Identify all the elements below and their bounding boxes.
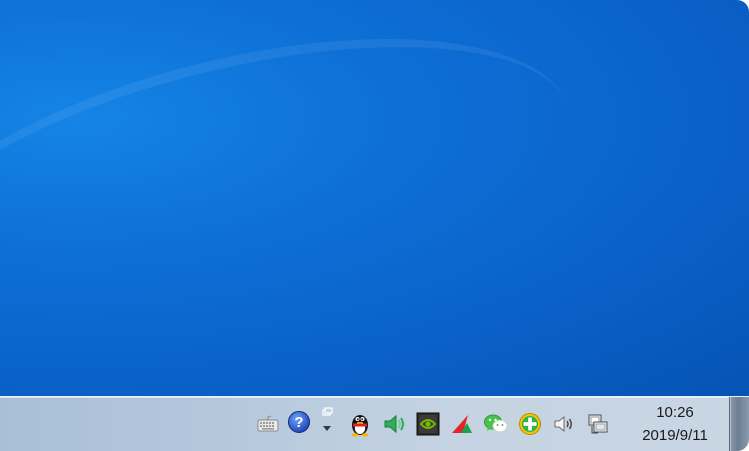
svg-text:?: ?: [294, 414, 303, 431]
desktop-background[interactable]: [0, 0, 749, 411]
red-green-arrow-app-icon[interactable]: [449, 411, 475, 437]
qq-penguin-icon[interactable]: [347, 411, 373, 437]
clock-time: 10:26: [656, 404, 694, 421]
volume-icon[interactable]: [551, 411, 577, 437]
taskbar: ? 10:26 2019/9/11: [0, 396, 749, 451]
screen: ? 10:26 2019/9/11: [0, 0, 749, 451]
keyboard-icon[interactable]: [255, 411, 281, 437]
clock-date: 2019/9/11: [642, 427, 708, 444]
green-speaker-app-icon[interactable]: [381, 411, 407, 437]
wallpaper-streak: [0, 0, 603, 411]
nvidia-icon[interactable]: [415, 411, 441, 437]
help-icon[interactable]: ?: [286, 409, 312, 435]
green-plus-security-icon[interactable]: [517, 411, 543, 437]
wechat-icon[interactable]: [483, 411, 509, 437]
system-clock[interactable]: 10:26 2019/9/11: [626, 401, 724, 447]
network-icon[interactable]: [585, 411, 611, 437]
show-hidden-icons-icon[interactable]: [316, 405, 338, 439]
show-desktop-button[interactable]: [729, 397, 749, 451]
